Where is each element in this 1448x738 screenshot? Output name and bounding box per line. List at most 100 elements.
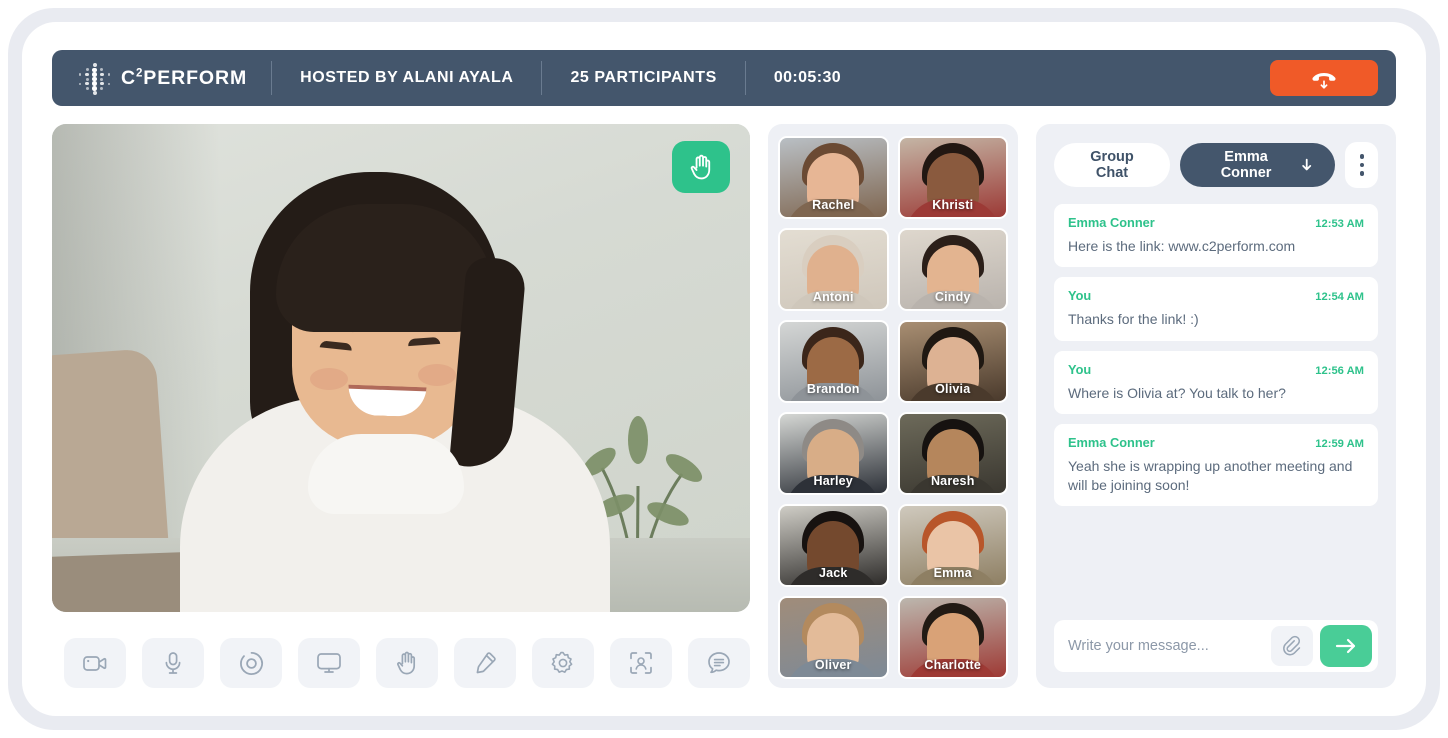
chat-message: Emma Conner 12:59 AM Yeah she is wrapping … — [1054, 424, 1378, 507]
highlighter-pen-icon — [476, 652, 496, 674]
gear-icon — [551, 651, 573, 673]
annotate-button[interactable] — [454, 638, 516, 688]
meeting-body: Rachel Khristi Antoni Cindy Brandon Olivia Har… — [52, 124, 1396, 688]
chat-message-author: You — [1068, 288, 1092, 304]
tab-group-chat[interactable]: Group Chat — [1054, 143, 1171, 187]
participant-thumbnail[interactable]: Antoni — [778, 228, 889, 311]
participant-thumbnail[interactable]: Charlotte — [897, 596, 1008, 679]
chat-message-author: Emma Conner — [1068, 435, 1155, 451]
share-screen-button[interactable] — [298, 638, 360, 688]
chat-message-author: Emma Conner — [1068, 215, 1155, 230]
participant-name-label: Olivia — [935, 382, 971, 396]
participant-name-label: Oliver — [814, 658, 852, 672]
send-message-button[interactable] — [1320, 625, 1372, 667]
tab-direct-chat[interactable]: Emma Conner — [1180, 143, 1336, 187]
more-vertical-icon-dot — [1359, 162, 1364, 168]
meeting-header: C2PERFORM HOSTED BY ALANI AYALA 25 PARTI… — [52, 50, 1396, 106]
chat-panel: Group Chat Emma Conner Emma Conner 12:53… — [1036, 124, 1396, 688]
raise-hand-button[interactable] — [376, 638, 438, 688]
attach-file-button[interactable] — [1271, 626, 1313, 666]
chat-message-timestamp: 12:53 AM — [1315, 218, 1364, 230]
participant-thumbnail[interactable]: Naresh — [897, 412, 1008, 495]
brand-c: C — [121, 66, 136, 89]
participant-name-label: Khristi — [932, 198, 974, 212]
stage-panel — [52, 124, 750, 688]
participant-name-label: Emma — [933, 566, 972, 580]
message-input[interactable] — [1068, 638, 1264, 654]
video-camera-icon — [83, 656, 107, 671]
tab-group-chat-label: Group Chat — [1090, 149, 1134, 181]
participant-name-label: Antoni — [812, 290, 854, 304]
participant-thumbnail[interactable]: Cindy — [897, 228, 1008, 311]
brand-suffix: PERFORM — [143, 66, 248, 89]
chat-message: Emma Conner 12:53 AM Here is the link: www… — [1054, 204, 1378, 268]
participant-thumbnail[interactable]: Jack — [778, 504, 889, 587]
chat-message-text: Where is Olivia at? You talk to her? — [1068, 384, 1286, 401]
chat-message-header: You 12:54 AM — [1068, 288, 1364, 303]
participant-name-label: Harley — [813, 474, 853, 488]
raised-hand-icon — [397, 651, 416, 675]
participant-name-label: Rachel — [812, 198, 855, 212]
participant-thumbnail[interactable]: Brandon — [778, 320, 889, 403]
paperclip-icon — [1283, 635, 1301, 656]
chat-bubble-icon — [708, 652, 730, 674]
brand: C2PERFORM — [74, 61, 271, 95]
app-content: C2PERFORM HOSTED BY ALANI AYALA 25 PARTI… — [52, 50, 1396, 688]
participant-view-button[interactable] — [610, 638, 672, 688]
chat-message: You 12:54 AM Thanks for the link! :) — [1054, 277, 1378, 341]
hang-up-icon — [1312, 73, 1336, 89]
end-call-button[interactable] — [1270, 60, 1378, 96]
chat-message-header: You 12:56 AM — [1068, 362, 1364, 377]
more-vertical-icon-dot — [1359, 171, 1364, 176]
record-button[interactable] — [220, 638, 282, 688]
chat-message-timestamp: 12:54 AM — [1315, 291, 1364, 304]
participant-name-label: Brandon — [806, 382, 860, 396]
meeting-timer: 00:05:30 — [773, 69, 842, 86]
raised-hand-icon — [690, 154, 710, 180]
c2perform-logo-icon — [74, 61, 111, 95]
arrow-down-icon — [1302, 158, 1312, 171]
monitor-icon — [317, 653, 341, 673]
participant-video-figure — [172, 162, 642, 612]
participant-name-label: Cindy — [934, 290, 971, 304]
chat-message-timestamp: 12:59 AM — [1315, 438, 1364, 451]
chat-message-header: Emma Conner 12:53 AM — [1068, 215, 1364, 230]
chat-message-header: Emma Conner 12:59 AM — [1068, 435, 1364, 450]
tab-direct-chat-label: Emma Conner — [1220, 149, 1272, 181]
chat-composer — [1054, 620, 1378, 672]
app-root: C2PERFORM HOSTED BY ALANI AYALA 25 PARTI… — [0, 0, 1448, 738]
chat-message-text: Here is the link: www.c2perform.com — [1068, 238, 1296, 254]
participant-thumbnail[interactable]: Rachel — [778, 136, 889, 219]
participant-thumbnail[interactable]: Emma — [897, 504, 1008, 587]
active-speaker-video[interactable] — [52, 124, 750, 612]
camera-toggle-button[interactable] — [64, 638, 126, 688]
arrow-right-icon — [1335, 638, 1356, 654]
microphone-icon — [165, 651, 181, 674]
person-frame-icon — [630, 652, 652, 674]
meeting-toolbar — [52, 638, 750, 688]
participant-thumbnail[interactable]: Khristi — [897, 136, 1008, 219]
chat-message-list: Emma Conner 12:53 AM Here is the link: www… — [1054, 204, 1378, 610]
chat-message-timestamp: 12:56 AM — [1315, 364, 1364, 377]
record-circle-icon — [239, 651, 263, 675]
chat-message: You 12:56 AM Where is Olivia at? You talk … — [1054, 350, 1378, 415]
participant-name-label: Naresh — [930, 474, 975, 488]
brand-name: C2PERFORM — [121, 67, 247, 90]
chat-message-text: Thanks for the link! :) — [1068, 311, 1199, 328]
chat-message-text: Yeah she is wrapping up another meeting … — [1068, 458, 1353, 493]
chat-toggle-button[interactable] — [688, 638, 750, 688]
raise-hand-overlay-button[interactable] — [672, 141, 730, 193]
host-label: HOSTED BY ALANI AYALA — [300, 69, 514, 86]
participant-count-label: 25 PARTICIPANTS — [570, 69, 717, 86]
participants-grid[interactable]: Rachel Khristi Antoni Cindy Brandon Olivia Har… — [768, 124, 1018, 688]
participant-name-label: Jack — [818, 566, 848, 580]
participant-thumbnail[interactable]: Olivia — [897, 320, 1008, 403]
microphone-toggle-button[interactable] — [142, 638, 204, 688]
participant-thumbnail[interactable]: Harley — [778, 412, 889, 495]
chat-tabs: Group Chat Emma Conner — [1054, 142, 1379, 188]
settings-button[interactable] — [532, 638, 594, 688]
participant-name-label: Charlotte — [924, 658, 982, 672]
more-vertical-icon-dot — [1359, 154, 1364, 159]
participant-thumbnail[interactable]: Oliver — [778, 596, 889, 679]
chat-more-menu-button[interactable] — [1345, 142, 1379, 188]
